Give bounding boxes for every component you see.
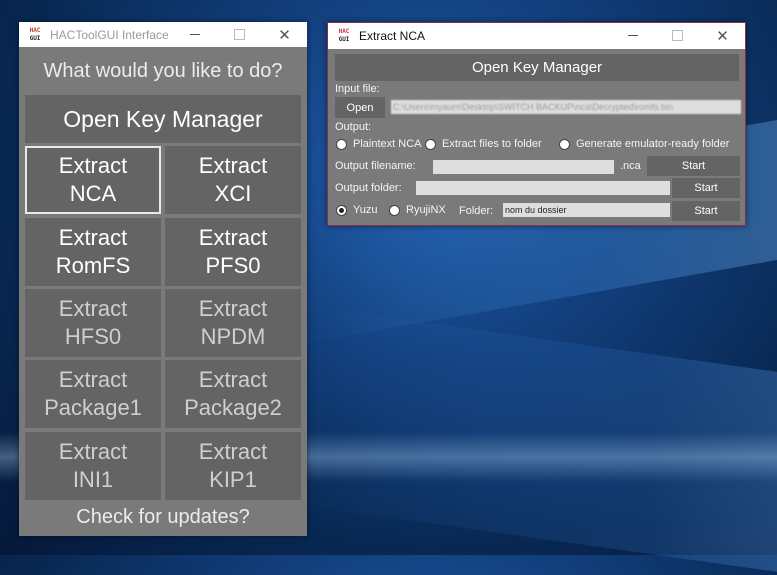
output-filename-field[interactable] [433, 160, 614, 174]
open-key-manager-button[interactable]: Open Key Manager [25, 95, 301, 143]
hactoolgui-main-window: HAC GUI HACToolGUI Interface ✕ What woul… [19, 22, 307, 536]
maximize-icon[interactable] [217, 22, 262, 47]
extract-hfs0-button[interactable]: Extract HFS0 [25, 289, 161, 357]
extract-package2-button[interactable]: Extract Package2 [165, 360, 301, 428]
radio-icon [425, 138, 436, 150]
radio-selected-icon [336, 204, 347, 216]
ryujinx-radio[interactable]: RyujiNX [389, 204, 446, 216]
window-controls: ✕ [610, 23, 745, 48]
open-file-button[interactable]: Open [335, 97, 385, 118]
extract-files-radio[interactable]: Extract files to folder [425, 138, 542, 150]
extract-kip1-button[interactable]: Extract KIP1 [165, 432, 301, 500]
extract-npdm-button[interactable]: Extract NPDM [165, 289, 301, 357]
yuzu-radio[interactable]: Yuzu [336, 204, 377, 216]
title-bar[interactable]: HAC GUI Extract NCA ✕ [328, 23, 745, 49]
close-icon[interactable]: ✕ [262, 22, 307, 47]
prompt-text: What would you like to do? [43, 60, 283, 82]
window-controls: ✕ [172, 22, 307, 47]
maximize-icon[interactable] [655, 23, 700, 48]
extract-pfs0-button[interactable]: Extract PFS0 [165, 218, 301, 286]
extract-nca-button[interactable]: Extract NCA [25, 146, 161, 214]
nca-extension-label: .nca [620, 160, 641, 172]
title-bar[interactable]: HAC GUI HACToolGUI Interface ✕ [19, 22, 307, 47]
radio-icon [559, 138, 570, 150]
radio-icon [389, 204, 400, 216]
open-key-manager-button[interactable]: Open Key Manager [335, 54, 739, 81]
input-file-field[interactable]: C:\Users\myaum\Desktop\SWITCH BACKUP\nca… [391, 100, 741, 114]
extract-romfs-button[interactable]: Extract RomFS [25, 218, 161, 286]
minimize-icon[interactable] [172, 22, 217, 47]
output-folder-field[interactable] [416, 181, 670, 195]
extract-nca-window: HAC GUI Extract NCA ✕ Open Key Manager I… [327, 22, 746, 226]
input-file-label: Input file: [335, 83, 380, 95]
folder-name-field[interactable]: nom du dossier [503, 203, 670, 217]
emulator-ready-radio[interactable]: Generate emulator-ready folder [559, 138, 729, 150]
start-emulator-button[interactable]: Start [672, 201, 740, 221]
plaintext-nca-radio[interactable]: Plaintext NCA [336, 138, 421, 150]
start-filename-button[interactable]: Start [647, 156, 740, 176]
radio-icon [336, 138, 347, 150]
window-title: Extract NCA [359, 29, 426, 43]
extract-ini1-button[interactable]: Extract INI1 [25, 432, 161, 500]
window-title: HACToolGUI Interface [50, 27, 169, 42]
check-updates-link[interactable]: Check for updates? [19, 506, 307, 529]
output-folder-label: Output folder: [335, 182, 402, 194]
folder-label: Folder: [459, 205, 494, 217]
extract-xci-button[interactable]: Extract XCI [165, 146, 301, 214]
minimize-icon[interactable] [610, 23, 655, 48]
close-icon[interactable]: ✕ [700, 23, 745, 48]
app-logo-icon: HAC GUI [338, 28, 350, 43]
start-folder-button[interactable]: Start [672, 178, 740, 198]
output-filename-label: Output filename: [335, 160, 416, 172]
app-logo-icon: HAC GUI [29, 26, 41, 42]
output-label: Output: [335, 121, 372, 133]
extract-package1-button[interactable]: Extract Package1 [25, 360, 161, 428]
